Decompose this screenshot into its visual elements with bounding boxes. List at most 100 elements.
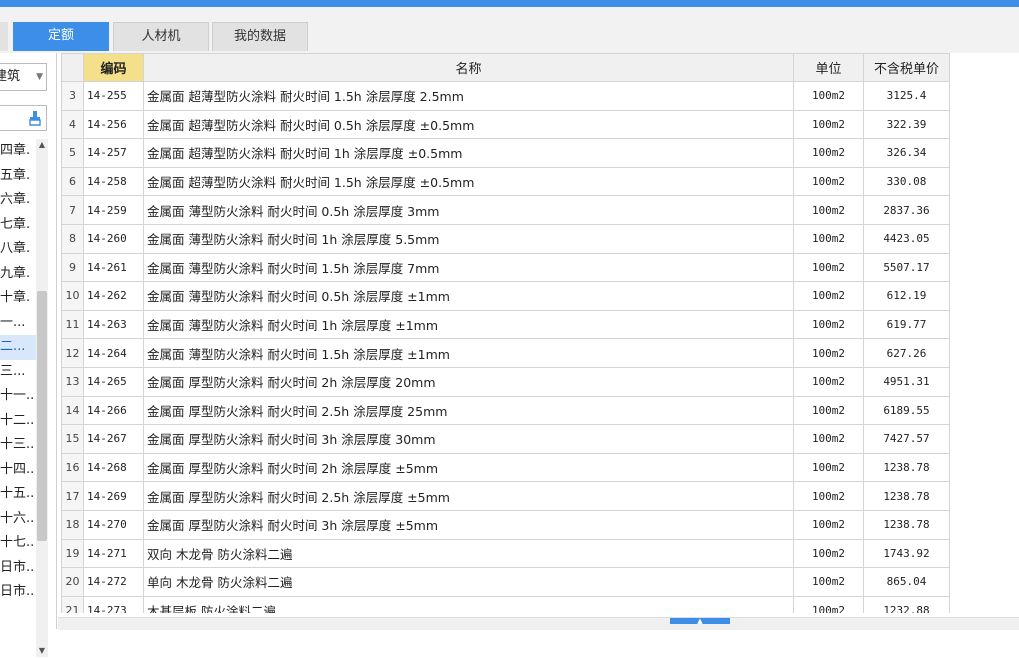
tree-item[interactable]: 十二.. bbox=[0, 409, 36, 434]
cell-code[interactable]: 14-256 bbox=[83, 109, 144, 140]
cell-code[interactable]: 14-264 bbox=[83, 338, 144, 368]
table-row[interactable]: 21 14-273 木基层板 防火涂料二遍 100m2 1232.88 bbox=[61, 595, 950, 613]
row-number[interactable]: 6 bbox=[61, 166, 84, 197]
tree-item[interactable]: 八章. bbox=[0, 237, 36, 262]
table-row[interactable]: 13 14-265 金属面 厚型防火涂料 耐火时间 2h 涂层厚度 20mm 100m… bbox=[61, 366, 950, 397]
cell-code[interactable]: 14-268 bbox=[83, 452, 144, 483]
table-row[interactable]: 18 14-270 金属面 厚型防火涂料 耐火时间 3h 涂层厚度 ±5mm 100m… bbox=[61, 509, 950, 540]
cell-code[interactable]: 14-271 bbox=[83, 538, 144, 569]
tree-item[interactable]: 五章. bbox=[0, 164, 36, 189]
table-row[interactable]: 16 14-268 金属面 厚型防火涂料 耐火时间 2h 涂层厚度 ±5mm 100m… bbox=[61, 452, 950, 483]
cell-code[interactable]: 14-259 bbox=[83, 195, 144, 225]
tree-item[interactable]: 日市.. bbox=[0, 556, 36, 581]
row-number[interactable]: 5 bbox=[61, 138, 84, 168]
cell-unit[interactable]: 100m2 bbox=[793, 452, 864, 483]
row-number[interactable]: 7 bbox=[61, 195, 84, 225]
tree-item[interactable]: 日市.. bbox=[0, 580, 36, 605]
cell-code[interactable]: 14-273 bbox=[83, 595, 144, 613]
tree-item[interactable]: 二... bbox=[0, 335, 36, 360]
cell-price[interactable]: 4423.05 bbox=[863, 223, 950, 254]
splitter-handle[interactable]: ▲ bbox=[670, 618, 730, 625]
cell-unit[interactable]: 100m2 bbox=[793, 109, 864, 140]
tree-item[interactable]: 三... bbox=[0, 360, 36, 385]
tree-item[interactable]: 十章. bbox=[0, 286, 36, 311]
cell-price[interactable]: 1743.92 bbox=[863, 538, 950, 569]
row-number[interactable]: 18 bbox=[61, 509, 84, 540]
row-number[interactable]: 17 bbox=[61, 481, 84, 511]
table-row[interactable]: 4 14-256 金属面 超薄型防火涂料 耐火时间 0.5h 涂层厚度 ±0.5mm… bbox=[61, 109, 950, 140]
cell-price[interactable]: 2837.36 bbox=[863, 195, 950, 225]
table-row[interactable]: 8 14-260 金属面 薄型防火涂料 耐火时间 1h 涂层厚度 5.5mm 100m… bbox=[61, 223, 950, 254]
cell-name[interactable]: 金属面 薄型防火涂料 耐火时间 0.5h 涂层厚度 3mm bbox=[143, 195, 794, 225]
row-number[interactable]: 10 bbox=[61, 281, 84, 311]
table-row[interactable]: 10 14-262 金属面 薄型防火涂料 耐火时间 0.5h 涂层厚度 ±1mm 10… bbox=[61, 281, 950, 311]
cell-unit[interactable]: 100m2 bbox=[793, 223, 864, 254]
cell-unit[interactable]: 100m2 bbox=[793, 138, 864, 168]
brush-icon[interactable] bbox=[28, 110, 42, 126]
cell-code[interactable]: 14-257 bbox=[83, 138, 144, 168]
cell-price[interactable]: 612.19 bbox=[863, 281, 950, 311]
row-number[interactable]: 3 bbox=[61, 81, 84, 111]
row-number[interactable]: 19 bbox=[61, 538, 84, 569]
row-number[interactable]: 15 bbox=[61, 424, 84, 454]
cell-price[interactable]: 1238.78 bbox=[863, 452, 950, 483]
cell-price[interactable]: 1238.78 bbox=[863, 509, 950, 540]
cell-unit[interactable]: 100m2 bbox=[793, 366, 864, 397]
cell-name[interactable]: 金属面 厚型防火涂料 耐火时间 2h 涂层厚度 ±5mm bbox=[143, 452, 794, 483]
cell-code[interactable]: 14-272 bbox=[83, 567, 144, 597]
cell-unit[interactable]: 100m2 bbox=[793, 481, 864, 511]
cell-price[interactable]: 627.26 bbox=[863, 338, 950, 368]
table-row[interactable]: 17 14-269 金属面 厚型防火涂料 耐火时间 2.5h 涂层厚度 ±5mm 10… bbox=[61, 481, 950, 511]
header-name[interactable]: 名称 bbox=[143, 53, 794, 82]
cell-code[interactable]: 14-261 bbox=[83, 252, 144, 283]
tree-item[interactable]: 一... bbox=[0, 311, 36, 336]
tree-item[interactable]: 十七.. bbox=[0, 531, 36, 556]
cell-code[interactable]: 14-260 bbox=[83, 223, 144, 254]
scroll-up-icon[interactable]: ▲ bbox=[36, 139, 48, 151]
row-number[interactable]: 9 bbox=[61, 252, 84, 283]
tree-item[interactable]: 四章. bbox=[0, 139, 36, 164]
cell-price[interactable]: 865.04 bbox=[863, 567, 950, 597]
row-number[interactable]: 8 bbox=[61, 223, 84, 254]
cell-unit[interactable]: 100m2 bbox=[793, 252, 864, 283]
scroll-down-icon[interactable]: ▼ bbox=[36, 645, 48, 657]
tree-item[interactable]: 十三.. bbox=[0, 433, 36, 458]
tab-quota[interactable]: 定额 bbox=[13, 22, 109, 51]
cell-unit[interactable]: 100m2 bbox=[793, 595, 864, 613]
table-row[interactable]: 20 14-272 单向 木龙骨 防火涂料二遍 100m2 865.04 bbox=[61, 567, 950, 597]
tree-item[interactable]: 十一.. bbox=[0, 384, 36, 409]
cell-code[interactable]: 14-270 bbox=[83, 509, 144, 540]
cell-unit[interactable]: 100m2 bbox=[793, 81, 864, 111]
cell-unit[interactable]: 100m2 bbox=[793, 395, 864, 426]
cell-name[interactable]: 金属面 超薄型防火涂料 耐火时间 0.5h 涂层厚度 ±0.5mm bbox=[143, 109, 794, 140]
table-row[interactable]: 6 14-258 金属面 超薄型防火涂料 耐火时间 1.5h 涂层厚度 ±0.5mm… bbox=[61, 166, 950, 197]
table-row[interactable]: 11 14-263 金属面 薄型防火涂料 耐火时间 1h 涂层厚度 ±1mm 100m… bbox=[61, 309, 950, 340]
header-price[interactable]: 不含税单价 bbox=[863, 53, 950, 82]
cell-name[interactable]: 金属面 薄型防火涂料 耐火时间 0.5h 涂层厚度 ±1mm bbox=[143, 281, 794, 311]
cell-name[interactable]: 单向 木龙骨 防火涂料二遍 bbox=[143, 567, 794, 597]
cell-price[interactable]: 330.08 bbox=[863, 166, 950, 197]
cell-unit[interactable]: 100m2 bbox=[793, 309, 864, 340]
cell-name[interactable]: 金属面 薄型防火涂料 耐火时间 1h 涂层厚度 5.5mm bbox=[143, 223, 794, 254]
tree-item[interactable]: 六章. bbox=[0, 188, 36, 213]
table-row[interactable]: 3 14-255 金属面 超薄型防火涂料 耐火时间 1.5h 涂层厚度 2.5mm 1… bbox=[61, 81, 950, 111]
cell-code[interactable]: 14-255 bbox=[83, 81, 144, 111]
cell-unit[interactable]: 100m2 bbox=[793, 338, 864, 368]
cell-unit[interactable]: 100m2 bbox=[793, 195, 864, 225]
cell-name[interactable]: 金属面 厚型防火涂料 耐火时间 2h 涂层厚度 20mm bbox=[143, 366, 794, 397]
row-number[interactable]: 11 bbox=[61, 309, 84, 340]
table-row[interactable]: 7 14-259 金属面 薄型防火涂料 耐火时间 0.5h 涂层厚度 3mm 100m… bbox=[61, 195, 950, 225]
cell-name[interactable]: 金属面 厚型防火涂料 耐火时间 2.5h 涂层厚度 ±5mm bbox=[143, 481, 794, 511]
table-row[interactable]: 14 14-266 金属面 厚型防火涂料 耐火时间 2.5h 涂层厚度 25mm 10… bbox=[61, 395, 950, 426]
cell-code[interactable]: 14-267 bbox=[83, 424, 144, 454]
library-search-box[interactable] bbox=[0, 105, 47, 131]
cell-price[interactable]: 7427.57 bbox=[863, 424, 950, 454]
cell-price[interactable]: 326.34 bbox=[863, 138, 950, 168]
tab-my-data[interactable]: 我的数据 bbox=[212, 22, 308, 51]
table-row[interactable]: 12 14-264 金属面 薄型防火涂料 耐火时间 1.5h 涂层厚度 ±1mm 10… bbox=[61, 338, 950, 368]
cell-unit[interactable]: 100m2 bbox=[793, 166, 864, 197]
cell-unit[interactable]: 100m2 bbox=[793, 538, 864, 569]
cell-code[interactable]: 14-258 bbox=[83, 166, 144, 197]
tree-item[interactable]: 九章. bbox=[0, 262, 36, 287]
table-row[interactable]: 19 14-271 双向 木龙骨 防火涂料二遍 100m2 1743.92 bbox=[61, 538, 950, 569]
